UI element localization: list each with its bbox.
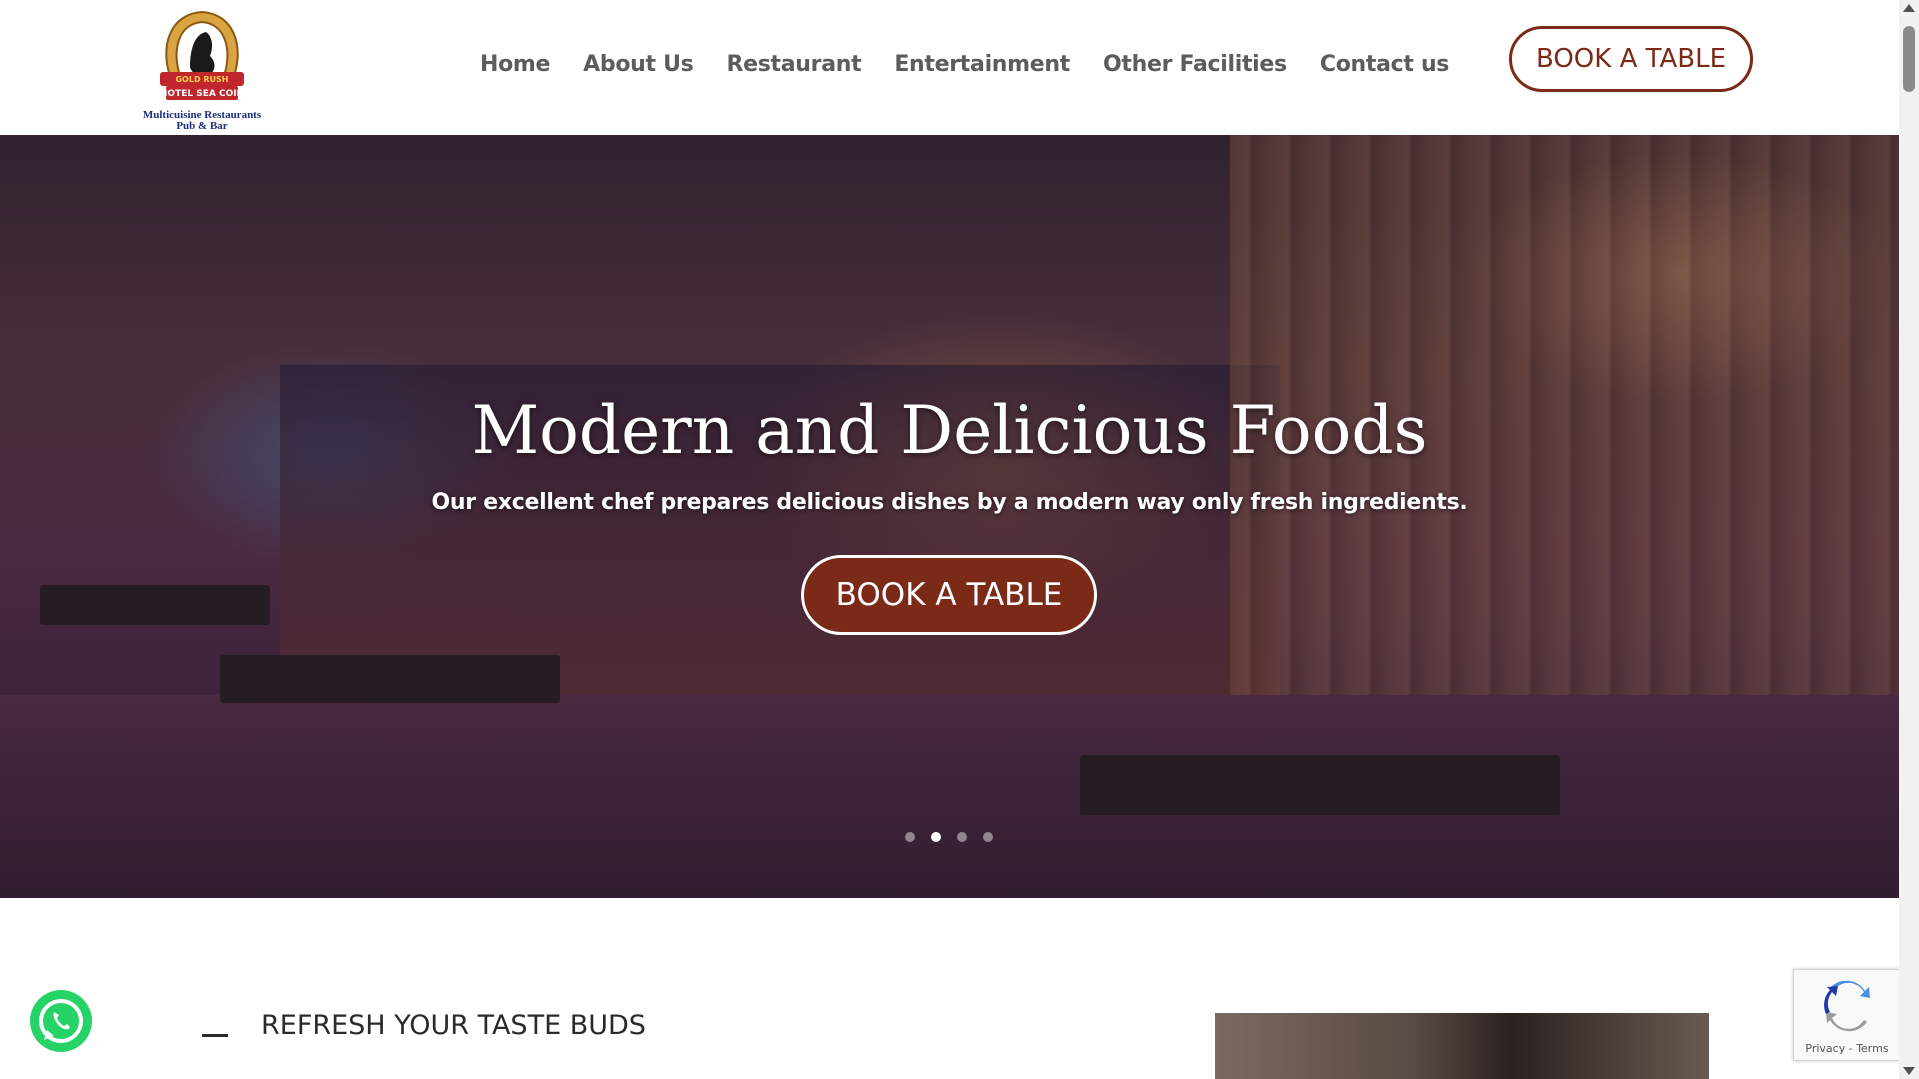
slider-dots — [905, 832, 993, 842]
recaptcha-badge[interactable]: Privacy - Terms — [1793, 969, 1899, 1061]
recaptcha-icon — [1824, 980, 1870, 1032]
svg-text:GOLD RUSH: GOLD RUSH — [175, 75, 228, 84]
nav-item-restaurant[interactable]: Restaurant — [726, 52, 861, 86]
nav-item-about-us[interactable]: About Us — [583, 52, 694, 86]
section-heading: REFRESH YOUR TASTE BUDS — [261, 1010, 646, 1041]
logo-tagline-sub: Pub & Bar — [176, 120, 228, 132]
recaptcha-separator: - — [1845, 1042, 1857, 1055]
slider-dot[interactable] — [905, 832, 915, 842]
slider-dot-active[interactable] — [931, 832, 941, 842]
nav-item-contact-us[interactable]: Contact us — [1320, 52, 1450, 86]
scroll-up-arrow-icon[interactable] — [1903, 4, 1915, 12]
recaptcha-links: Privacy - Terms — [1794, 1042, 1900, 1055]
book-table-header-button[interactable]: BOOK A TABLE — [1509, 26, 1753, 92]
site-logo[interactable]: GOLD RUSH HOTEL SEA COIN Multicuisine Re… — [140, 6, 264, 132]
horseshoe-logo-icon: GOLD RUSH HOTEL SEA COIN — [160, 10, 244, 100]
nav-item-other-facilities[interactable]: Other Facilities — [1103, 52, 1287, 86]
hero-slider — [0, 135, 1899, 898]
hero-subtitle: Our excellent chef prepares delicious di… — [431, 490, 1468, 515]
book-table-hero-button[interactable]: BOOK A TABLE — [801, 555, 1097, 635]
svg-text:HOTEL SEA COIN: HOTEL SEA COIN — [160, 89, 244, 99]
slider-dot[interactable] — [957, 832, 967, 842]
nav-item-entertainment[interactable]: Entertainment — [894, 52, 1070, 86]
whatsapp-icon[interactable] — [30, 990, 92, 1052]
section-heading-dash — [202, 1034, 228, 1037]
slider-dot[interactable] — [983, 832, 993, 842]
site-header: GOLD RUSH HOTEL SEA COIN Multicuisine Re… — [0, 0, 1899, 135]
recaptcha-terms-link[interactable]: Terms — [1856, 1042, 1888, 1055]
page-scrollbar[interactable] — [1899, 0, 1919, 1079]
main-nav: Home About Us Restaurant Entertainment O… — [480, 52, 1482, 86]
nav-item-home[interactable]: Home — [480, 52, 550, 86]
scroll-down-arrow-icon[interactable] — [1903, 1067, 1915, 1075]
scroll-thumb[interactable] — [1903, 26, 1915, 92]
whatsapp-glyph-icon — [39, 999, 83, 1043]
hero-overlay — [0, 135, 1899, 898]
section-image — [1215, 1013, 1709, 1079]
recaptcha-privacy-link[interactable]: Privacy — [1805, 1042, 1845, 1055]
hero-title: Modern and Delicious Foods — [471, 392, 1428, 469]
